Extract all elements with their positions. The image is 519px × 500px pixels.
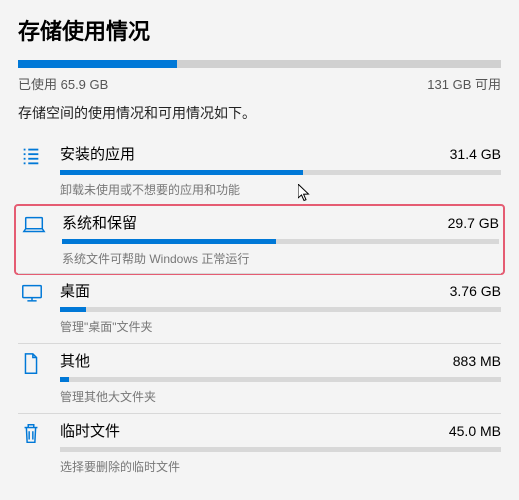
storage-subtitle: 存储空间的使用情况和可用情况如下。 [18, 103, 501, 123]
category-desc: 管理其他大文件夹 [60, 388, 501, 405]
category-title: 桌面 [60, 280, 90, 301]
category-bar [60, 377, 501, 382]
category-bar-fill [60, 307, 86, 312]
apps-list-icon [18, 143, 60, 200]
category-title: 安装的应用 [60, 143, 135, 164]
category-size: 29.7 GB [448, 215, 499, 231]
storage-total-fill [18, 60, 177, 68]
storage-free-label: 131 GB 可用 [427, 74, 501, 93]
category-size: 883 MB [453, 353, 501, 369]
category-bar [60, 170, 501, 175]
monitor-icon [18, 280, 60, 337]
storage-used-label: 已使用 65.9 GB [18, 74, 108, 93]
laptop-icon [20, 212, 62, 269]
category-bar-fill [60, 170, 303, 175]
storage-category-4[interactable]: 临时文件 45.0 MB 选择要删除的临时文件 [18, 413, 501, 483]
category-title: 临时文件 [60, 420, 120, 441]
storage-category-0[interactable]: 安装的应用 31.4 GB 卸载未使用或不想要的应用和功能 [18, 137, 501, 206]
storage-total-bar [18, 60, 501, 68]
category-size: 31.4 GB [450, 146, 501, 162]
category-title: 其他 [60, 350, 90, 371]
category-bar [60, 307, 501, 312]
document-icon [18, 350, 60, 407]
category-desc: 系统文件可帮助 Windows 正常运行 [62, 250, 499, 267]
category-size: 3.76 GB [450, 283, 501, 299]
category-desc: 管理"桌面"文件夹 [60, 318, 501, 335]
category-desc: 选择要删除的临时文件 [60, 458, 501, 475]
category-bar [60, 447, 501, 452]
storage-category-2[interactable]: 桌面 3.76 GB 管理"桌面"文件夹 [18, 273, 501, 343]
page-title: 存储使用情况 [18, 14, 501, 46]
category-bar-fill [62, 239, 276, 244]
storage-category-3[interactable]: 其他 883 MB 管理其他大文件夹 [18, 343, 501, 413]
category-size: 45.0 MB [449, 423, 501, 439]
storage-category-1[interactable]: 系统和保留 29.7 GB 系统文件可帮助 Windows 正常运行 [14, 204, 505, 275]
category-title: 系统和保留 [62, 212, 137, 233]
trash-icon [18, 420, 60, 477]
category-bar [62, 239, 499, 244]
category-bar-fill [60, 377, 69, 382]
category-desc: 卸载未使用或不想要的应用和功能 [60, 181, 501, 198]
